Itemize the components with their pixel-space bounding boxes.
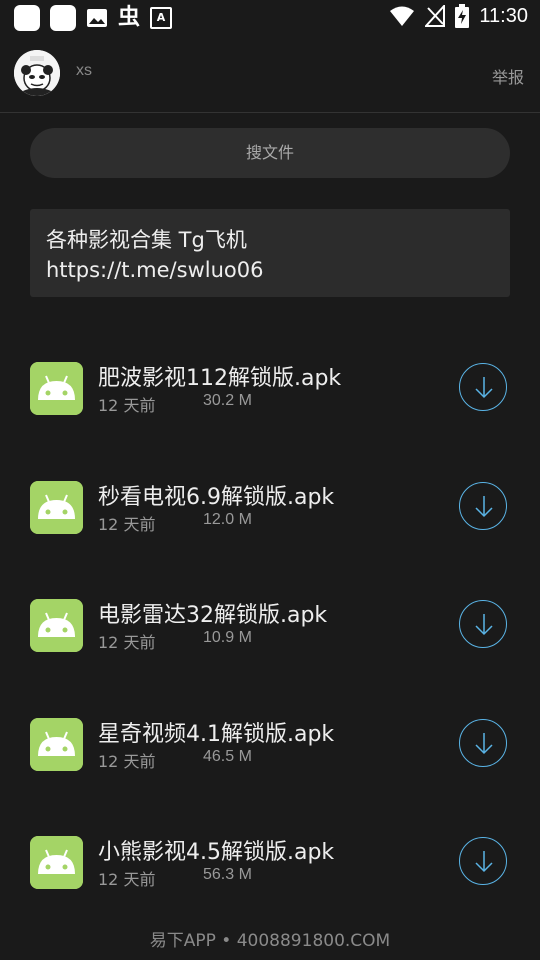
file-size: 12.0 M <box>203 510 252 528</box>
file-size: 56.3 M <box>203 866 252 883</box>
download-button[interactable] <box>459 363 507 411</box>
username: xs <box>76 62 92 79</box>
wifi-icon <box>390 6 415 26</box>
download-button[interactable] <box>459 837 507 885</box>
list-item[interactable]: 小熊影视4.5解锁版.apk 12 天前 56.3 M <box>0 814 540 933</box>
android-apk-icon <box>30 599 83 652</box>
header: xs 举报 <box>0 46 540 113</box>
android-apk-icon <box>30 836 83 889</box>
file-name: 电影雷达32解锁版.apk <box>98 603 328 628</box>
file-age: 12 天前 <box>98 751 156 771</box>
file-name: 秒看电视6.9解锁版.apk <box>98 484 335 510</box>
download-arrow-icon <box>475 614 493 636</box>
download-button[interactable] <box>459 718 507 767</box>
download-arrow-icon <box>475 495 493 517</box>
download-arrow-icon <box>475 377 493 399</box>
image-icon <box>87 9 107 27</box>
android-apk-icon <box>30 362 83 415</box>
no-signal-icon <box>425 5 446 27</box>
watermark: 易下APP • 4008891800.COM <box>149 931 391 951</box>
avatar[interactable] <box>14 50 60 96</box>
app-square-icon <box>50 5 76 31</box>
file-list: 肥波影视112解锁版.apk 12 天前 30.2 M 秒看电视6.9解锁版.a… <box>0 340 540 933</box>
battery-charging-icon <box>455 4 470 28</box>
list-item[interactable]: 肥波影视112解锁版.apk 12 天前 30.2 M <box>0 340 540 459</box>
status-bar: 虫 A 11:30 <box>0 0 540 36</box>
file-name: 星奇视频4.1解锁版.apk <box>98 721 335 747</box>
android-apk-icon <box>30 480 83 534</box>
search-files-button[interactable]: 搜文件 <box>30 128 510 178</box>
share-description: 各种影视合集 Tg飞机 https://t.me/swluo06 <box>30 209 510 297</box>
android-apk-icon <box>30 717 83 771</box>
file-size: 10.9 M <box>203 629 252 646</box>
download-arrow-icon <box>475 732 493 754</box>
file-age: 12 天前 <box>98 870 156 889</box>
report-button[interactable]: 举报 <box>492 64 524 88</box>
list-item[interactable]: 电影雷达32解锁版.apk 12 天前 10.9 M <box>0 577 540 696</box>
list-item[interactable]: 星奇视频4.1解锁版.apk 12 天前 46.5 M <box>0 696 540 815</box>
file-name: 小熊影视4.5解锁版.apk <box>98 840 335 865</box>
bug-icon: 虫 <box>118 5 141 30</box>
file-age: 12 天前 <box>98 396 156 415</box>
download-button[interactable] <box>459 481 507 530</box>
file-size: 30.2 M <box>203 392 252 409</box>
file-age: 12 天前 <box>98 633 156 652</box>
description-line-1: 各种影视合集 Tg飞机 <box>46 228 247 252</box>
download-button[interactable] <box>459 600 507 648</box>
list-item[interactable]: 秒看电视6.9解锁版.apk 12 天前 12.0 M <box>0 459 540 578</box>
description-link[interactable]: https://t.me/swluo06 <box>46 255 494 285</box>
app-square-icon <box>14 5 40 31</box>
file-size: 46.5 M <box>203 747 252 765</box>
a-box-icon: A <box>150 7 173 29</box>
file-age: 12 天前 <box>98 514 156 534</box>
download-arrow-icon <box>475 851 493 873</box>
clock: 11:30 <box>479 4 528 27</box>
file-name: 肥波影视112解锁版.apk <box>98 366 342 391</box>
